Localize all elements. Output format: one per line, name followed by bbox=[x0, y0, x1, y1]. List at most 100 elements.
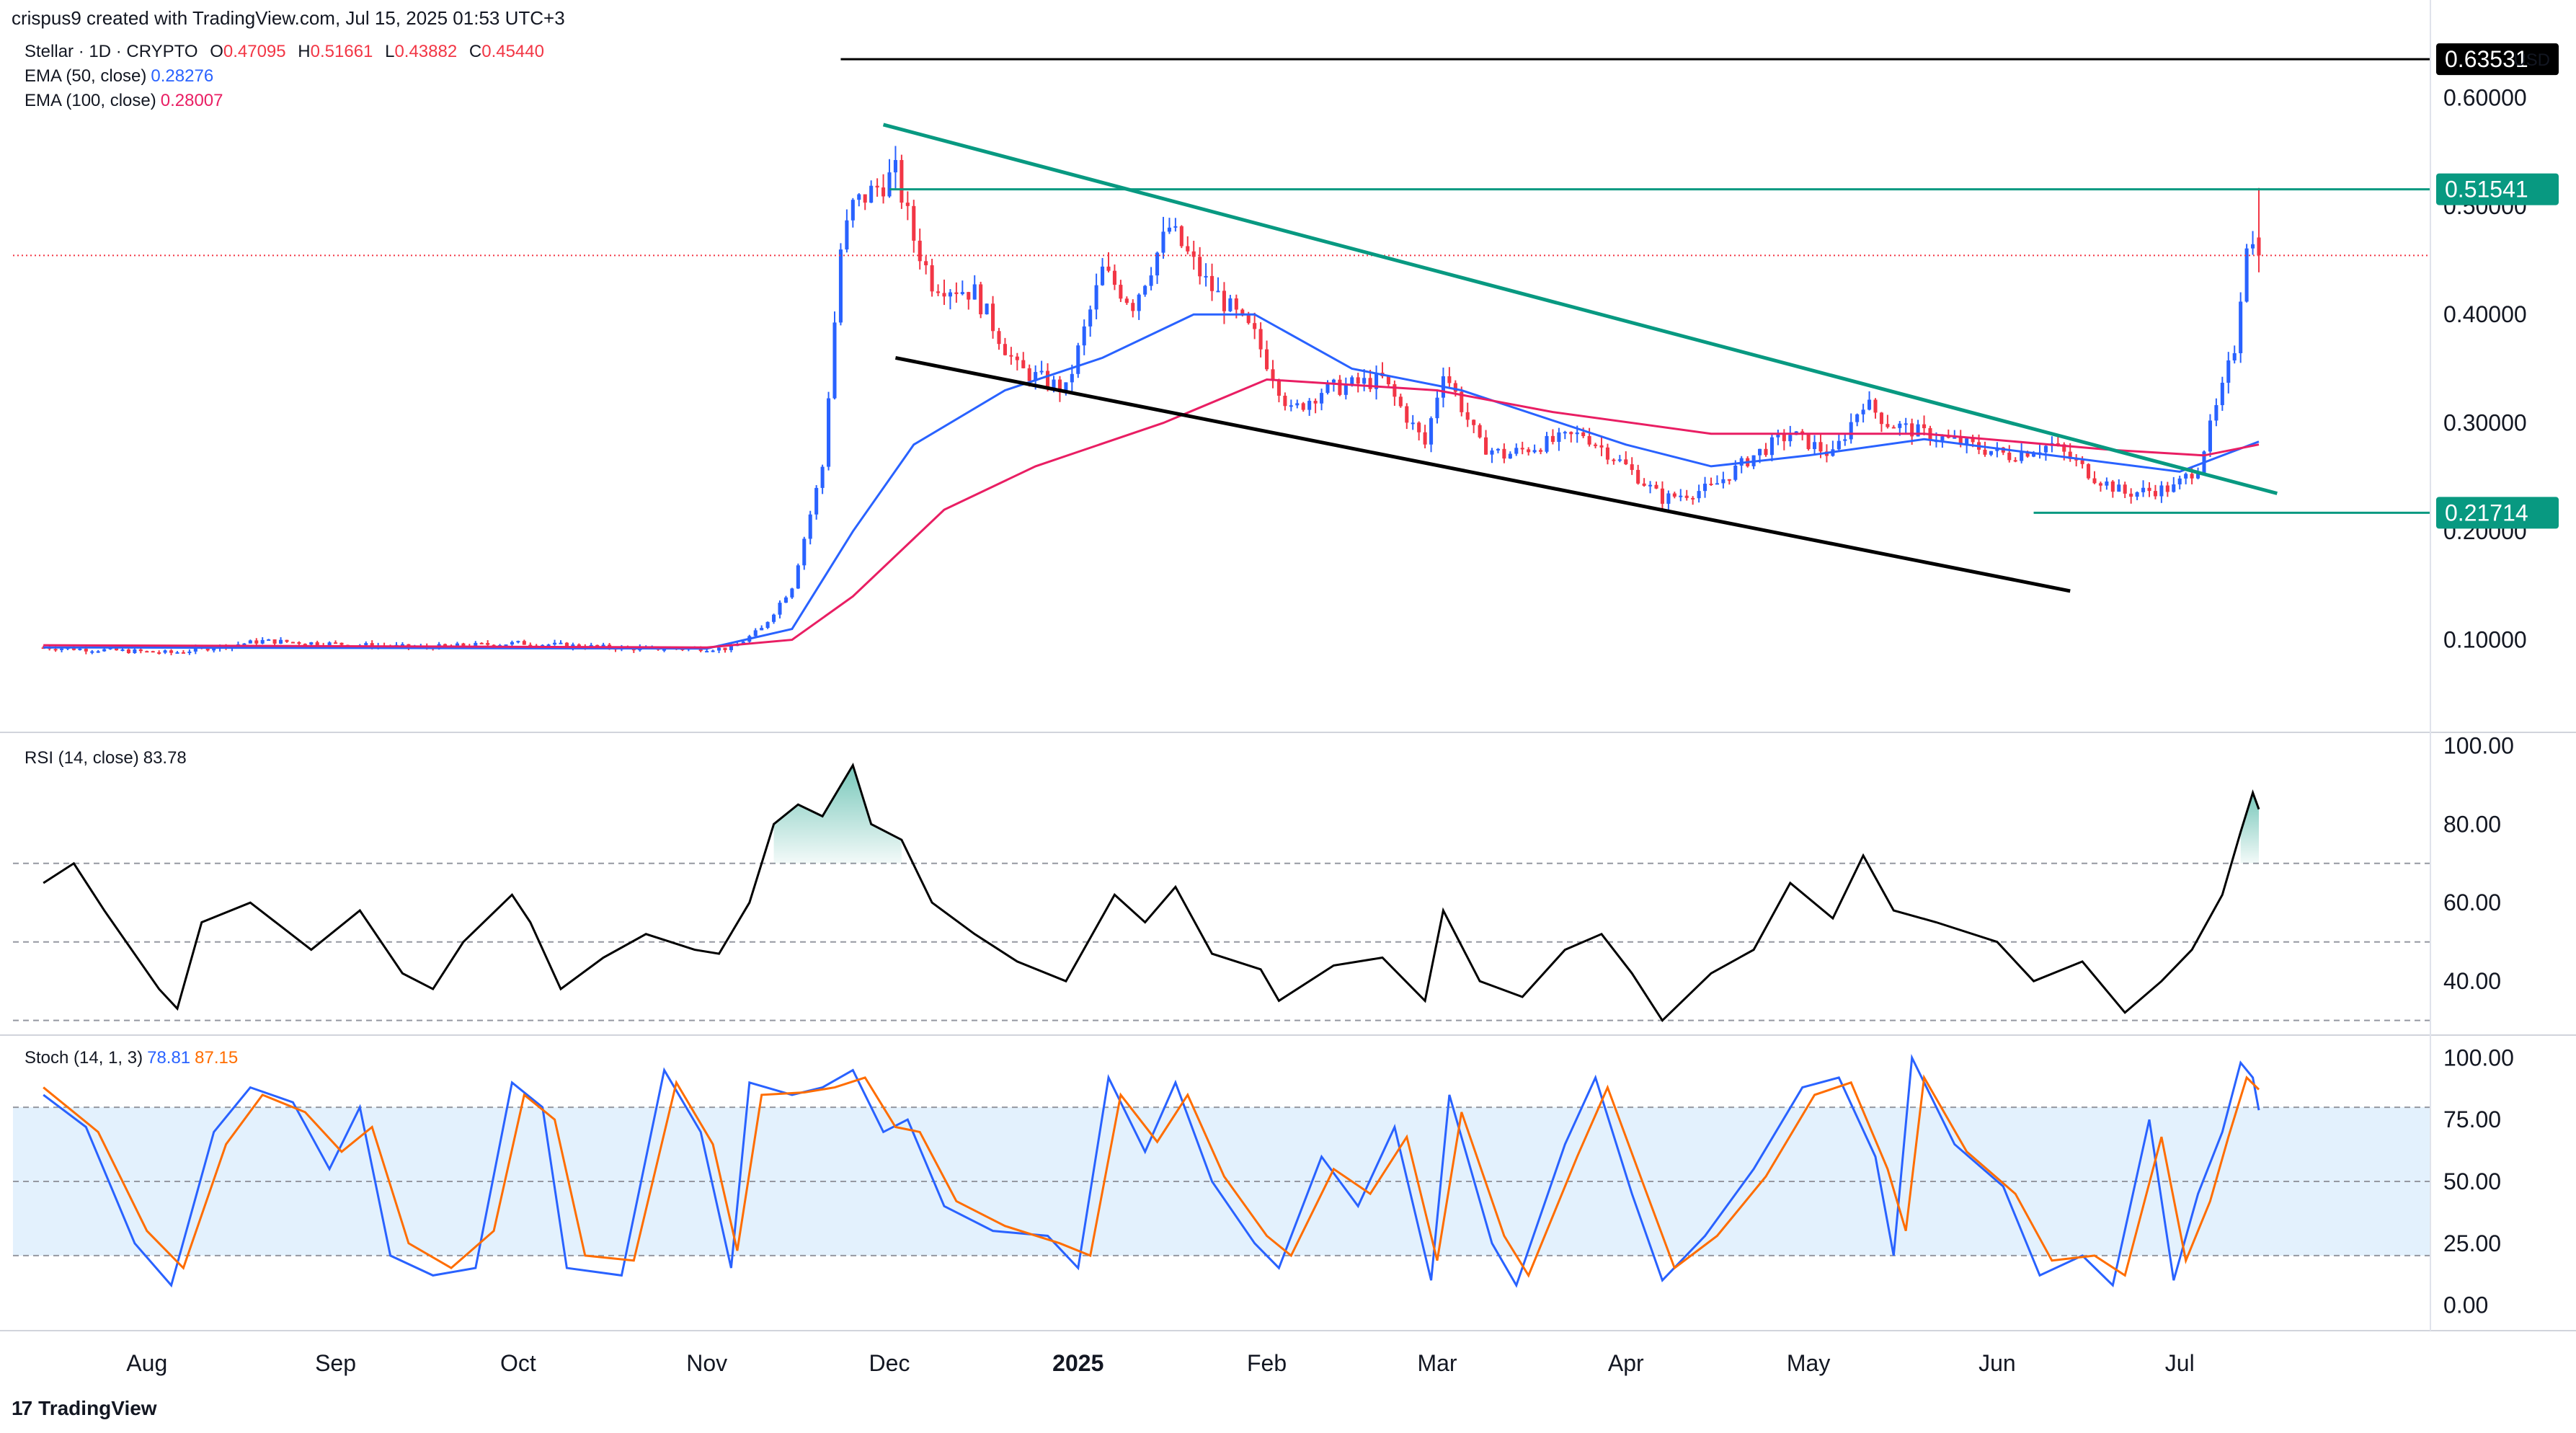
candle-body[interactable] bbox=[1210, 275, 1214, 291]
candle-body[interactable] bbox=[1143, 285, 1147, 295]
candle-body[interactable] bbox=[309, 642, 314, 645]
candle-body[interactable] bbox=[260, 639, 265, 644]
candle-body[interactable] bbox=[1904, 423, 1908, 425]
candle-body[interactable] bbox=[1715, 483, 1719, 485]
candle-body[interactable] bbox=[1435, 397, 1439, 419]
candle-body[interactable] bbox=[1989, 451, 1993, 455]
candle-body[interactable] bbox=[1776, 435, 1780, 438]
candle-body[interactable] bbox=[1052, 379, 1056, 389]
candle-body[interactable] bbox=[120, 649, 125, 651]
candle-body[interactable] bbox=[1240, 309, 1245, 314]
candle-body[interactable] bbox=[2117, 484, 2121, 492]
candle-body[interactable] bbox=[1362, 378, 1367, 384]
candle-body[interactable] bbox=[1106, 266, 1111, 271]
ema50-legend[interactable]: EMA (50, close) 0.28276 bbox=[25, 66, 213, 86]
currency-label[interactable]: USD bbox=[2513, 50, 2550, 71]
candle-body[interactable] bbox=[285, 639, 289, 642]
candle-body[interactable] bbox=[187, 651, 192, 653]
candle-body[interactable] bbox=[905, 203, 910, 206]
candle-body[interactable] bbox=[2080, 460, 2084, 464]
candle-body[interactable] bbox=[1295, 403, 1300, 406]
candle-body[interactable] bbox=[1569, 432, 1573, 435]
candle-body[interactable] bbox=[1137, 294, 1141, 311]
candle-body[interactable] bbox=[1849, 422, 1853, 440]
candle-body[interactable] bbox=[1094, 285, 1098, 310]
candle-body[interactable] bbox=[1782, 435, 1786, 442]
symbol-legend[interactable]: Stellar · 1D · CRYPTO O0.47095 H0.51661 … bbox=[25, 42, 544, 62]
candle-body[interactable] bbox=[1204, 275, 1208, 278]
candle-body[interactable] bbox=[1758, 448, 1762, 456]
candle-body[interactable] bbox=[339, 642, 344, 645]
candle-body[interactable] bbox=[1813, 442, 1817, 450]
candle-body[interactable] bbox=[2190, 474, 2194, 479]
candle-body[interactable] bbox=[924, 261, 928, 266]
candle-body[interactable] bbox=[2159, 485, 2164, 497]
candle-body[interactable] bbox=[930, 265, 934, 292]
candle-body[interactable] bbox=[242, 643, 247, 645]
candle-body[interactable] bbox=[1331, 379, 1336, 383]
candle-body[interactable] bbox=[1764, 448, 1768, 456]
candle-body[interactable] bbox=[2220, 382, 2224, 406]
candle-body[interactable] bbox=[1886, 424, 1890, 427]
candle-body[interactable] bbox=[1350, 377, 1354, 385]
candle-body[interactable] bbox=[1898, 423, 1902, 428]
candle-body[interactable] bbox=[1703, 484, 1707, 492]
candle-body[interactable] bbox=[1307, 401, 1312, 410]
candle-body[interactable] bbox=[1386, 376, 1390, 385]
candle-body[interactable] bbox=[796, 565, 800, 589]
candle-body[interactable] bbox=[133, 649, 137, 654]
candle-body[interactable] bbox=[820, 466, 825, 488]
candle-body[interactable] bbox=[1940, 436, 1945, 441]
candle-body[interactable] bbox=[1587, 436, 1591, 445]
candle-body[interactable] bbox=[1009, 355, 1013, 357]
candle-body[interactable] bbox=[1124, 298, 1129, 303]
candle-body[interactable] bbox=[875, 185, 879, 188]
candle-body[interactable] bbox=[850, 200, 855, 221]
candle-body[interactable] bbox=[1216, 290, 1220, 293]
candle-body[interactable] bbox=[2172, 484, 2176, 492]
candle-body[interactable] bbox=[553, 642, 557, 645]
candle-body[interactable] bbox=[1076, 345, 1080, 374]
candle-body[interactable] bbox=[315, 642, 319, 646]
stoch-legend[interactable]: Stoch (14, 1, 3) 78.81 87.15 bbox=[25, 1048, 238, 1068]
candle-body[interactable] bbox=[1465, 412, 1470, 420]
candle-body[interactable] bbox=[1393, 384, 1397, 397]
candle-body[interactable] bbox=[126, 649, 130, 654]
candle-body[interactable] bbox=[1605, 447, 1609, 460]
candle-body[interactable] bbox=[559, 642, 563, 644]
candle-body[interactable] bbox=[2251, 244, 2255, 249]
candle-body[interactable] bbox=[765, 621, 770, 629]
candle-body[interactable] bbox=[510, 642, 514, 645]
candle-body[interactable] bbox=[248, 640, 252, 644]
candle-body[interactable] bbox=[1502, 448, 1506, 459]
candle-body[interactable] bbox=[2208, 420, 2212, 452]
candle-body[interactable] bbox=[1015, 356, 1019, 360]
candle-body[interactable] bbox=[1198, 257, 1202, 277]
candle-body[interactable] bbox=[814, 487, 819, 515]
candle-body[interactable] bbox=[869, 185, 874, 203]
candle-body[interactable] bbox=[163, 650, 167, 653]
candle-body[interactable] bbox=[443, 644, 448, 646]
candle-body[interactable] bbox=[2013, 460, 2017, 462]
candle-body[interactable] bbox=[2177, 478, 2182, 484]
candle-body[interactable] bbox=[297, 642, 301, 644]
candle-body[interactable] bbox=[1496, 448, 1500, 451]
candle-body[interactable] bbox=[2098, 483, 2102, 486]
candle-body[interactable] bbox=[1617, 459, 1622, 461]
candle-body[interactable] bbox=[1508, 453, 1512, 459]
candle-body[interactable] bbox=[334, 642, 338, 644]
candle-body[interactable] bbox=[1520, 448, 1524, 450]
candle-body[interactable] bbox=[1283, 395, 1287, 407]
candle-body[interactable] bbox=[912, 205, 916, 241]
candle-body[interactable] bbox=[2129, 493, 2133, 497]
candle-body[interactable] bbox=[1922, 424, 1927, 428]
candle-body[interactable] bbox=[1660, 488, 1664, 504]
candle-body[interactable] bbox=[2087, 463, 2091, 479]
candle-body[interactable] bbox=[1423, 432, 1427, 445]
candle-body[interactable] bbox=[1983, 449, 1987, 455]
candle-body[interactable] bbox=[2092, 478, 2097, 484]
candle-body[interactable] bbox=[1490, 450, 1494, 455]
candle-body[interactable] bbox=[1131, 303, 1135, 311]
candle-body[interactable] bbox=[1417, 422, 1421, 432]
candle-body[interactable] bbox=[486, 643, 490, 645]
